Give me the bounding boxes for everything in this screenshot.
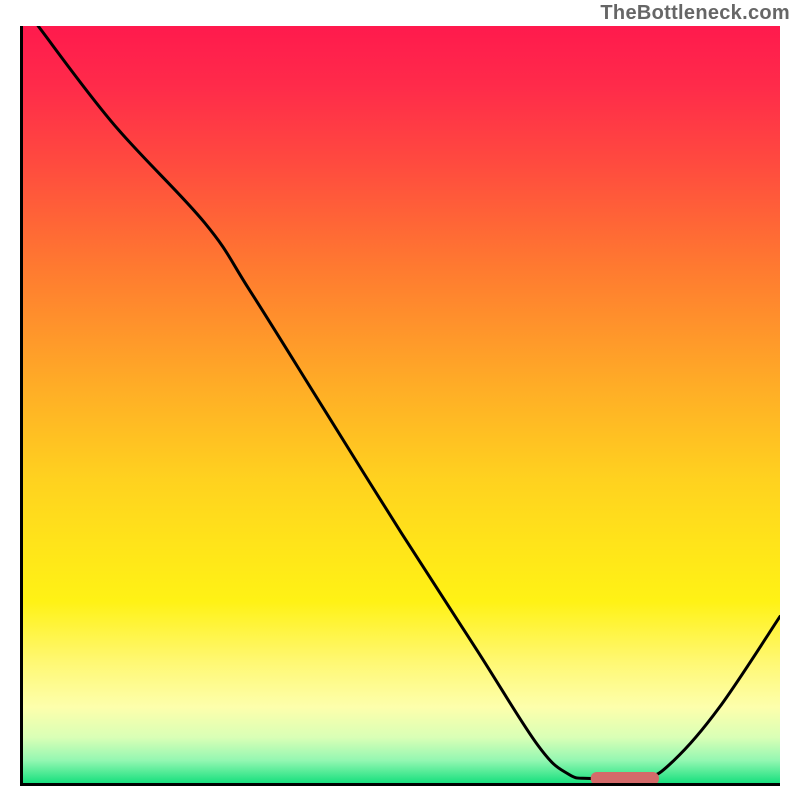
bottleneck-curve [38,26,780,780]
plot-area [20,26,780,786]
watermark-text: TheBottleneck.com [600,2,790,25]
optimal-marker [591,772,659,783]
chart-svg [23,26,780,783]
chart-container: TheBottleneck.com [0,0,800,800]
